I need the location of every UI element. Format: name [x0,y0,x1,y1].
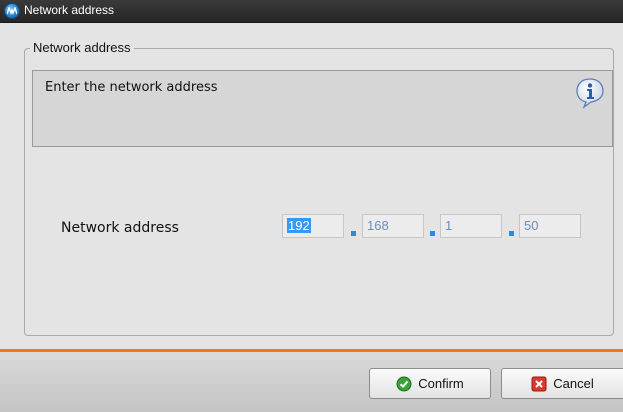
confirm-button[interactable]: Confirm [369,368,491,399]
octet-separator-dot [430,231,435,236]
octet-2-input[interactable]: 168 [362,214,424,238]
octet-3-input[interactable]: 1 [440,214,502,238]
octet-separator-dot [351,231,356,236]
octet-4-input[interactable]: 50 [519,214,581,238]
group-legend: Network address [30,40,134,55]
dialog-window: Network address Network address Enter th… [0,0,623,412]
cancel-x-icon [531,376,547,392]
octet-2-value: 168 [367,218,389,233]
check-icon [396,376,412,392]
octet-1-value: 192 [287,218,311,233]
octet-1-input[interactable]: 192 [282,214,344,238]
title-bar[interactable]: Network address [0,0,623,23]
info-icon [574,77,606,109]
octet-3-value: 1 [445,218,453,233]
info-panel: Enter the network address [32,70,613,147]
app-logo-icon [4,3,20,19]
info-text: Enter the network address [45,80,218,95]
confirm-label: Confirm [418,376,464,391]
cancel-button[interactable]: Cancel [501,368,623,399]
window-title: Network address [24,3,115,17]
octet-4-value: 50 [524,218,539,233]
cancel-label: Cancel [553,376,594,391]
network-address-label: Network address [61,220,179,236]
octet-separator-dot [509,231,514,236]
